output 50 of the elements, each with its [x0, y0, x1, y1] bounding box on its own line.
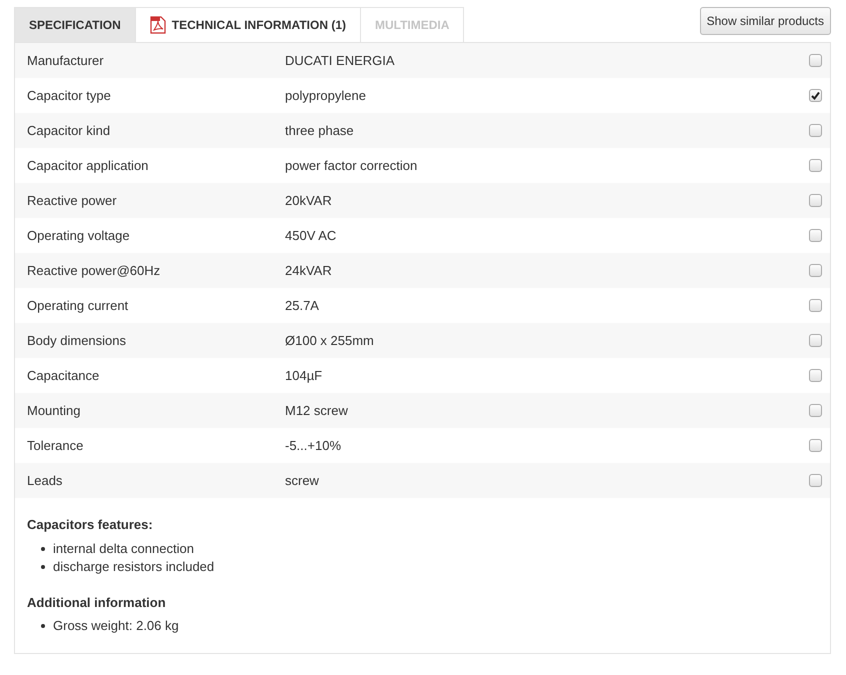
checkbox[interactable] — [809, 229, 822, 242]
list-item: Gross weight: 2.06 kg — [53, 617, 179, 636]
spec-name: Capacitor application — [27, 156, 150, 175]
list-item: internal delta connection — [53, 540, 194, 558]
checkbox[interactable] — [809, 89, 822, 102]
tab[interactable]: SPECIFICATION — [14, 7, 136, 42]
spec-value: 104µF — [285, 366, 324, 385]
checkbox[interactable] — [809, 124, 822, 137]
checkbox[interactable] — [809, 474, 822, 487]
spec-value: -5...+10% — [285, 436, 342, 455]
checkbox[interactable] — [809, 404, 822, 417]
pdf-document-icon — [150, 16, 166, 34]
spec-name: Operating voltage — [27, 226, 131, 245]
spec-name: Manufacturer — [27, 52, 105, 70]
spec-value: M12 screw — [285, 402, 349, 420]
spec-value: DUCATI ENERGIA — [285, 52, 396, 70]
spec-name: Body dimensions — [27, 332, 127, 350]
list-item: discharge resistors included — [53, 558, 214, 576]
bullet-icon — [41, 564, 45, 568]
checkbox[interactable] — [809, 54, 822, 67]
checkbox[interactable] — [809, 334, 822, 347]
checkbox[interactable] — [809, 439, 822, 452]
spec-value: 20kVAR — [285, 192, 333, 210]
checkbox[interactable] — [809, 159, 822, 172]
spec-value: power factor correction — [285, 156, 418, 175]
spec-value: 25.7A — [285, 296, 320, 315]
spec-name: Mounting — [27, 402, 82, 420]
spec-value: Ø100 x 255mm — [285, 332, 375, 350]
spec-value: 24kVAR — [285, 262, 333, 280]
spec-name: Reactive power@60Hz — [27, 262, 162, 280]
spec-value: three phase — [285, 122, 355, 140]
spec-name: Reactive power — [27, 192, 118, 210]
spec-name: Capacitor type — [27, 86, 112, 105]
spec-value: polypropylene — [285, 86, 367, 105]
spec-value: screw — [285, 472, 320, 490]
checkbox[interactable] — [809, 194, 822, 207]
show-similar-products-button[interactable]: Show similar products — [700, 7, 831, 35]
bullet-icon — [41, 546, 45, 550]
spec-name: Capacitance — [27, 366, 100, 385]
spec-name: Leads — [27, 472, 64, 490]
section-heading: Capacitors features: — [27, 516, 154, 534]
checkbox[interactable] — [809, 264, 822, 277]
spec-name: Capacitor kind — [27, 122, 112, 140]
bullet-icon — [41, 624, 45, 628]
spec-name: Tolerance — [27, 436, 84, 455]
checkbox[interactable] — [809, 299, 822, 312]
section-heading: Additional information — [27, 594, 167, 612]
spec-name: Operating current — [27, 296, 130, 315]
spec-value: 450V AC — [285, 226, 338, 245]
checkbox[interactable] — [809, 369, 822, 382]
